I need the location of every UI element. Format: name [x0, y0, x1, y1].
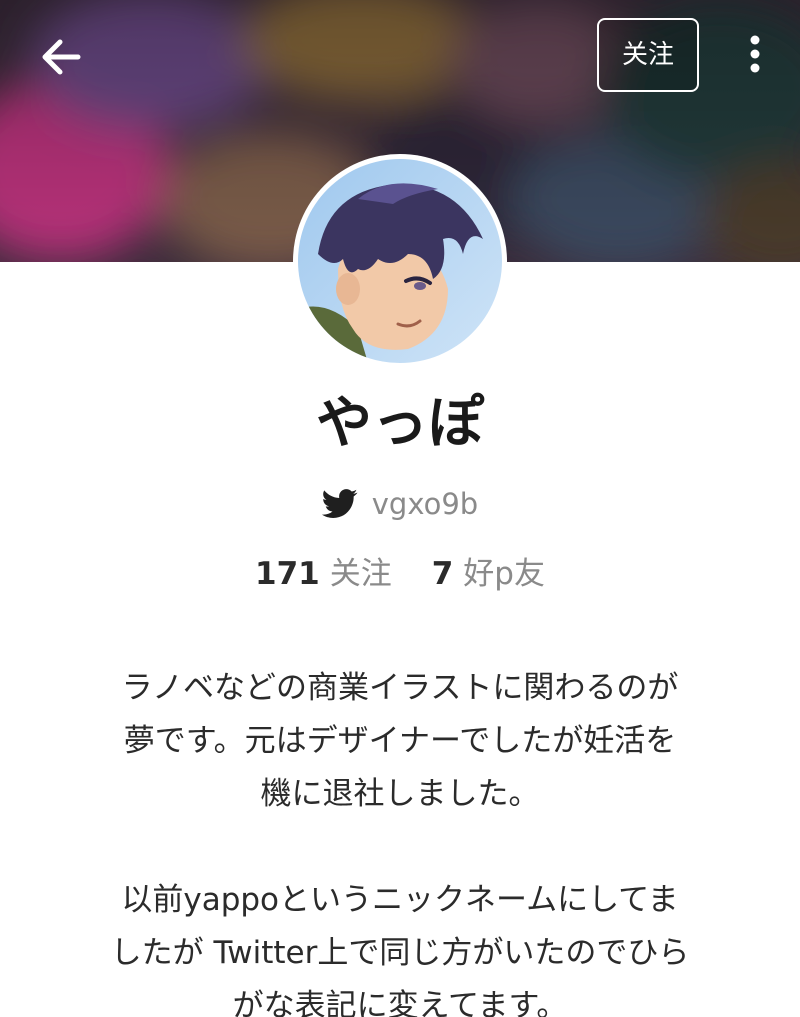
twitter-handle: vgxo9b	[371, 487, 479, 521]
friends-count: 7	[431, 555, 454, 592]
more-vertical-icon	[750, 35, 760, 73]
bio-line: したが Twitter上で同じ方がいたのでひら	[110, 935, 690, 971]
follow-button[interactable]: 关注	[597, 18, 699, 92]
stats-row: 171 关注 7 好p友	[0, 546, 800, 594]
following-count: 171	[255, 555, 320, 592]
bio-line: 以前yappoというニックネームにしてま	[121, 882, 679, 918]
following-label: 关注	[329, 555, 392, 592]
twitter-link[interactable]: vgxo9b	[0, 480, 800, 528]
twitter-bird-icon	[321, 489, 358, 518]
display-name: やっぽ	[316, 391, 484, 456]
bio: ラノベなどの商業イラストに関わるのが 夢です。元はデザイナーでしたが妊活を 機に…	[40, 662, 760, 1017]
arrow-left-icon	[42, 39, 81, 75]
avatar[interactable]	[293, 154, 507, 368]
profile-screen: 关注 やっぽ vgxo9b 171 关注 7 好p友 ラノベなどの商業イラストに…	[0, 0, 800, 1017]
avatar-image	[298, 159, 502, 363]
friends-label: 好p友	[463, 555, 545, 592]
friends-stat[interactable]: 7 好p友	[432, 548, 545, 593]
top-bar: 关注	[0, 0, 800, 110]
back-button[interactable]	[30, 30, 92, 84]
following-stat[interactable]: 171 关注	[255, 548, 392, 593]
bio-line: 夢です。元はデザイナーでしたが妊活を	[123, 723, 677, 759]
bio-line: ラノベなどの商業イラストに関わるのが	[121, 670, 679, 706]
bio-line: 機に退社しました。	[260, 776, 540, 812]
bio-line: がな表記に変えてます。	[232, 988, 568, 1017]
more-options-button[interactable]	[735, 30, 775, 80]
